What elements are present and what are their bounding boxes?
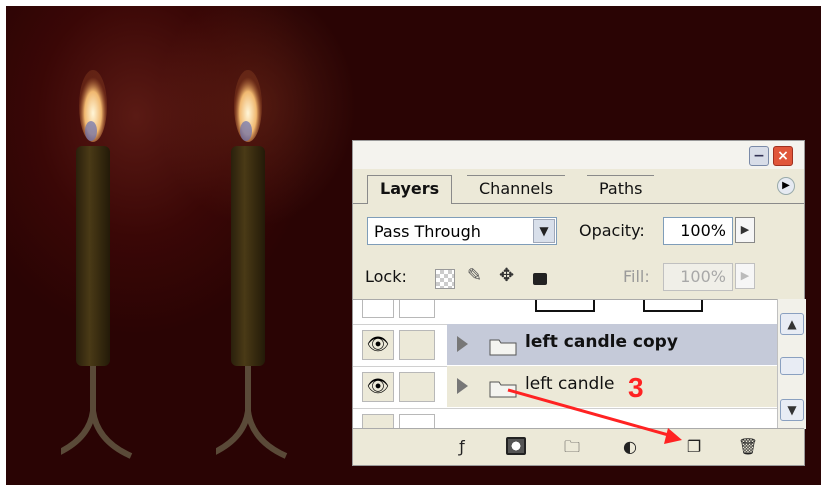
lock-all-icon[interactable] <box>533 273 547 285</box>
scroll-thumb[interactable] <box>780 357 804 375</box>
right-candle-image <box>216 70 288 459</box>
delete-layer-icon[interactable]: 🗑 <box>737 437 759 457</box>
eye-icon[interactable]: 👁 <box>362 330 394 360</box>
layer-style-icon[interactable]: ƒ <box>451 437 473 457</box>
tab-paths[interactable]: Paths <box>587 175 655 204</box>
close-button[interactable]: × <box>773 146 793 166</box>
adjustment-layer-icon[interactable]: ◐ <box>619 437 641 457</box>
fill-label: Fill: <box>623 267 650 286</box>
layer-content[interactable]: left candle <box>447 366 777 407</box>
mask-thumbnail <box>643 300 703 312</box>
tab-layers[interactable]: Layers <box>367 175 453 204</box>
scroll-down-button[interactable]: ▼ <box>780 399 804 421</box>
opacity-label: Opacity: <box>579 221 645 240</box>
panel-titlebar[interactable]: − × <box>353 141 804 169</box>
layer-content[interactable] <box>447 300 777 323</box>
layers-scrollbar[interactable]: ▲ ▼ <box>777 299 806 429</box>
opacity-field[interactable]: 100% <box>663 217 733 245</box>
list-item[interactable]: 👁 left candle copy <box>353 324 777 367</box>
lock-paint-icon[interactable]: ✎ <box>467 265 482 286</box>
add-mask-icon[interactable] <box>505 437 527 457</box>
tab-channels[interactable]: Channels <box>467 175 566 204</box>
lock-transparent-icon[interactable] <box>435 269 455 289</box>
panel-menu-button[interactable]: ▶ <box>777 177 795 195</box>
list-item[interactable] <box>353 408 777 430</box>
lock-position-icon[interactable]: ✥ <box>499 265 514 286</box>
panel-tabs: Layers Channels Paths ▶ <box>353 171 804 204</box>
new-layer-icon[interactable]: ❐ <box>683 437 705 457</box>
list-item[interactable]: 👁 left candle <box>353 366 777 409</box>
blend-mode-value: Pass Through <box>374 222 481 241</box>
new-group-icon[interactable]: 🗀 <box>561 437 583 457</box>
annotation-number: 3 <box>628 372 644 403</box>
folder-icon <box>489 339 517 356</box>
eye-icon[interactable]: 👁 <box>362 372 394 402</box>
visibility-toggle[interactable] <box>362 300 394 318</box>
left-candle-image <box>61 70 133 459</box>
expand-triangle-icon[interactable] <box>457 378 468 394</box>
fill-slider-button[interactable]: ▶ <box>735 263 755 289</box>
list-item[interactable] <box>353 300 777 325</box>
layers-list: 👁 left candle copy 👁 left candle <box>353 299 777 430</box>
layer-name: left candle copy <box>525 332 678 352</box>
blend-mode-select[interactable]: Pass Through ▼ <box>367 217 557 245</box>
layer-thumbnail <box>535 300 595 312</box>
link-toggle[interactable] <box>399 330 435 360</box>
chevron-down-icon[interactable]: ▼ <box>533 219 555 243</box>
panel-bottom-toolbar: ƒ 🗀 ◐ ❐ 🗑 <box>353 428 804 465</box>
fill-field[interactable]: 100% <box>663 263 733 291</box>
layers-panel: − × Layers Channels Paths ▶ Pass Through… <box>352 140 806 466</box>
folder-icon <box>489 381 517 398</box>
link-toggle[interactable] <box>399 372 435 402</box>
link-toggle[interactable] <box>399 300 435 318</box>
layer-name: left candle <box>525 374 615 394</box>
layer-content[interactable]: left candle copy <box>447 324 777 365</box>
minimize-button[interactable]: − <box>749 146 769 166</box>
expand-triangle-icon[interactable] <box>457 336 468 352</box>
opacity-slider-button[interactable]: ▶ <box>735 217 755 243</box>
lock-label: Lock: <box>365 267 407 286</box>
scroll-up-button[interactable]: ▲ <box>780 313 804 335</box>
